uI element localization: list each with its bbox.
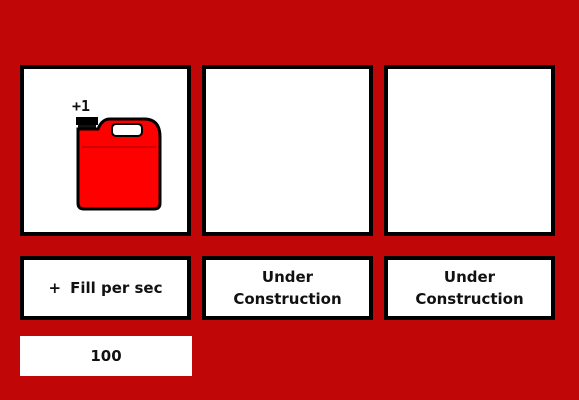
construction-label: Construction (415, 290, 524, 308)
construction-label: Construction (233, 290, 342, 308)
jerry-can-badge: +1 (72, 97, 90, 115)
fill-per-sec-label: Fill per sec (70, 279, 163, 297)
under-label: Under (443, 268, 496, 286)
plus-label: + (48, 279, 62, 297)
fill-per-sec-button[interactable]: + Fill per sec (20, 256, 191, 320)
item-tile-empty-2[interactable] (202, 65, 373, 236)
under-construction-button-3[interactable]: Under Construction (384, 256, 555, 320)
jerry-can-icon: +1 (72, 97, 162, 211)
counter-value: 100 (90, 347, 122, 365)
item-tile-jerry-can[interactable]: +1 (20, 65, 191, 236)
item-tile-empty-3[interactable] (384, 65, 555, 236)
under-construction-button-2[interactable]: Under Construction (202, 256, 373, 320)
under-label: Under (261, 268, 314, 286)
fuel-counter: 100 (20, 336, 192, 376)
